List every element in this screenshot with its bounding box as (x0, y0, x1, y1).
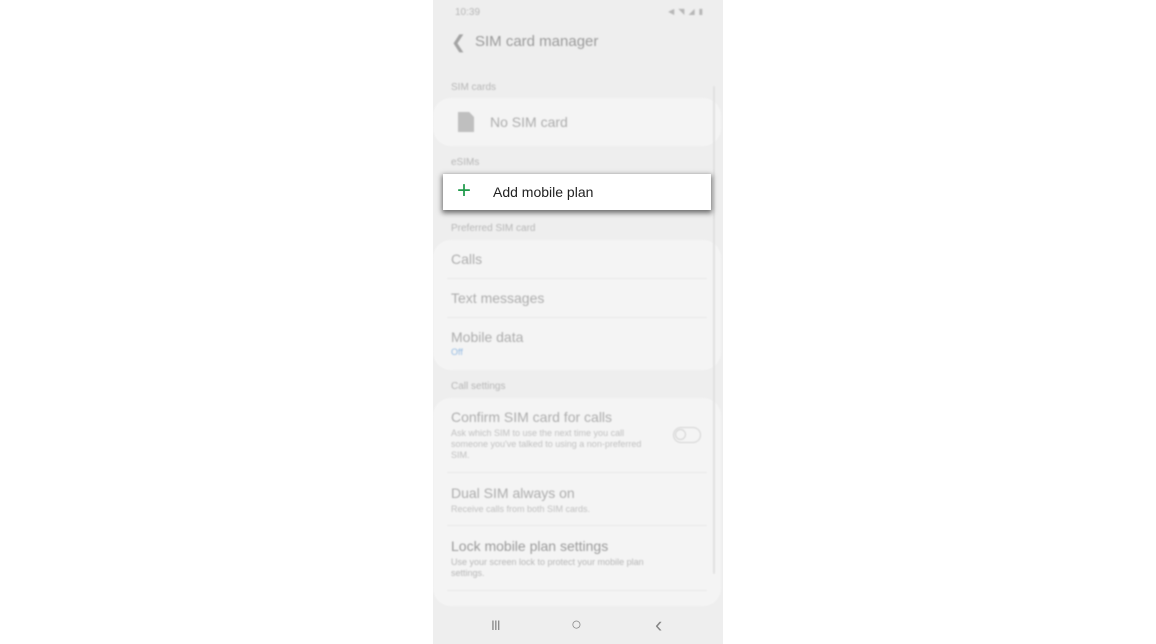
text-messages-item[interactable]: Text messages (451, 290, 703, 306)
divider (447, 317, 707, 318)
divider (447, 472, 707, 473)
dimmed-background: 10:39 ◀ ◥ ◢ ▮ ❮ SIM card manager SIM car… (433, 0, 723, 644)
calls-item[interactable]: Calls (451, 251, 703, 267)
mobile-data-status: Off (451, 347, 463, 357)
status-icons: ◀ ◥ ◢ ▮ (668, 7, 703, 16)
status-time: 10:39 (455, 7, 481, 18)
navigation-bar: III ○ ‹ (433, 608, 723, 644)
section-label-esims: eSIMs (451, 157, 480, 168)
add-mobile-plan-button[interactable]: + Add mobile plan (443, 174, 711, 210)
add-mobile-plan-label: Add mobile plan (493, 184, 594, 200)
recents-button[interactable]: III (491, 617, 501, 633)
back-button[interactable]: ❮ (451, 32, 466, 53)
mute-icon: ◀ (668, 7, 675, 16)
wifi-icon: ◥ (678, 7, 685, 16)
signal-icon: ◢ (688, 7, 695, 16)
plus-icon: + (457, 177, 472, 204)
scrollbar[interactable] (713, 86, 715, 574)
preferred-sim-card-group: Calls Text messages Mobile data Off (433, 240, 721, 370)
home-button[interactable]: ○ (571, 614, 582, 635)
section-label-sim-cards: SIM cards (451, 82, 497, 93)
sim-card-item[interactable]: No SIM card (433, 98, 721, 146)
status-bar: 10:39 ◀ ◥ ◢ ▮ (433, 0, 723, 24)
sim-card-icon (458, 112, 474, 132)
app-bar: ❮ SIM card manager (433, 28, 723, 56)
confirm-sim-toggle[interactable] (673, 427, 701, 443)
back-nav-button[interactable]: ‹ (655, 612, 662, 638)
section-label-preferred: Preferred SIM card (451, 223, 536, 234)
call-settings-group: Confirm SIM card for calls Ask which SIM… (433, 398, 721, 606)
battery-icon: ▮ (698, 7, 703, 16)
divider (447, 525, 707, 526)
mobile-data-item[interactable]: Mobile data Off (451, 329, 703, 358)
dual-sim-item[interactable]: Dual SIM always on Receive calls from bo… (451, 485, 703, 515)
divider (447, 590, 707, 591)
phone-screen: 10:39 ◀ ◥ ◢ ▮ ❮ SIM card manager SIM car… (433, 0, 723, 644)
divider (447, 278, 707, 279)
page-title: SIM card manager (475, 33, 599, 50)
section-label-call-settings: Call settings (451, 381, 506, 392)
no-sim-label: No SIM card (490, 114, 568, 130)
confirm-sim-item[interactable]: Confirm SIM card for calls Ask which SIM… (451, 409, 661, 461)
lock-mobile-plan-item[interactable]: Lock mobile plan settings Use your scree… (451, 538, 671, 579)
